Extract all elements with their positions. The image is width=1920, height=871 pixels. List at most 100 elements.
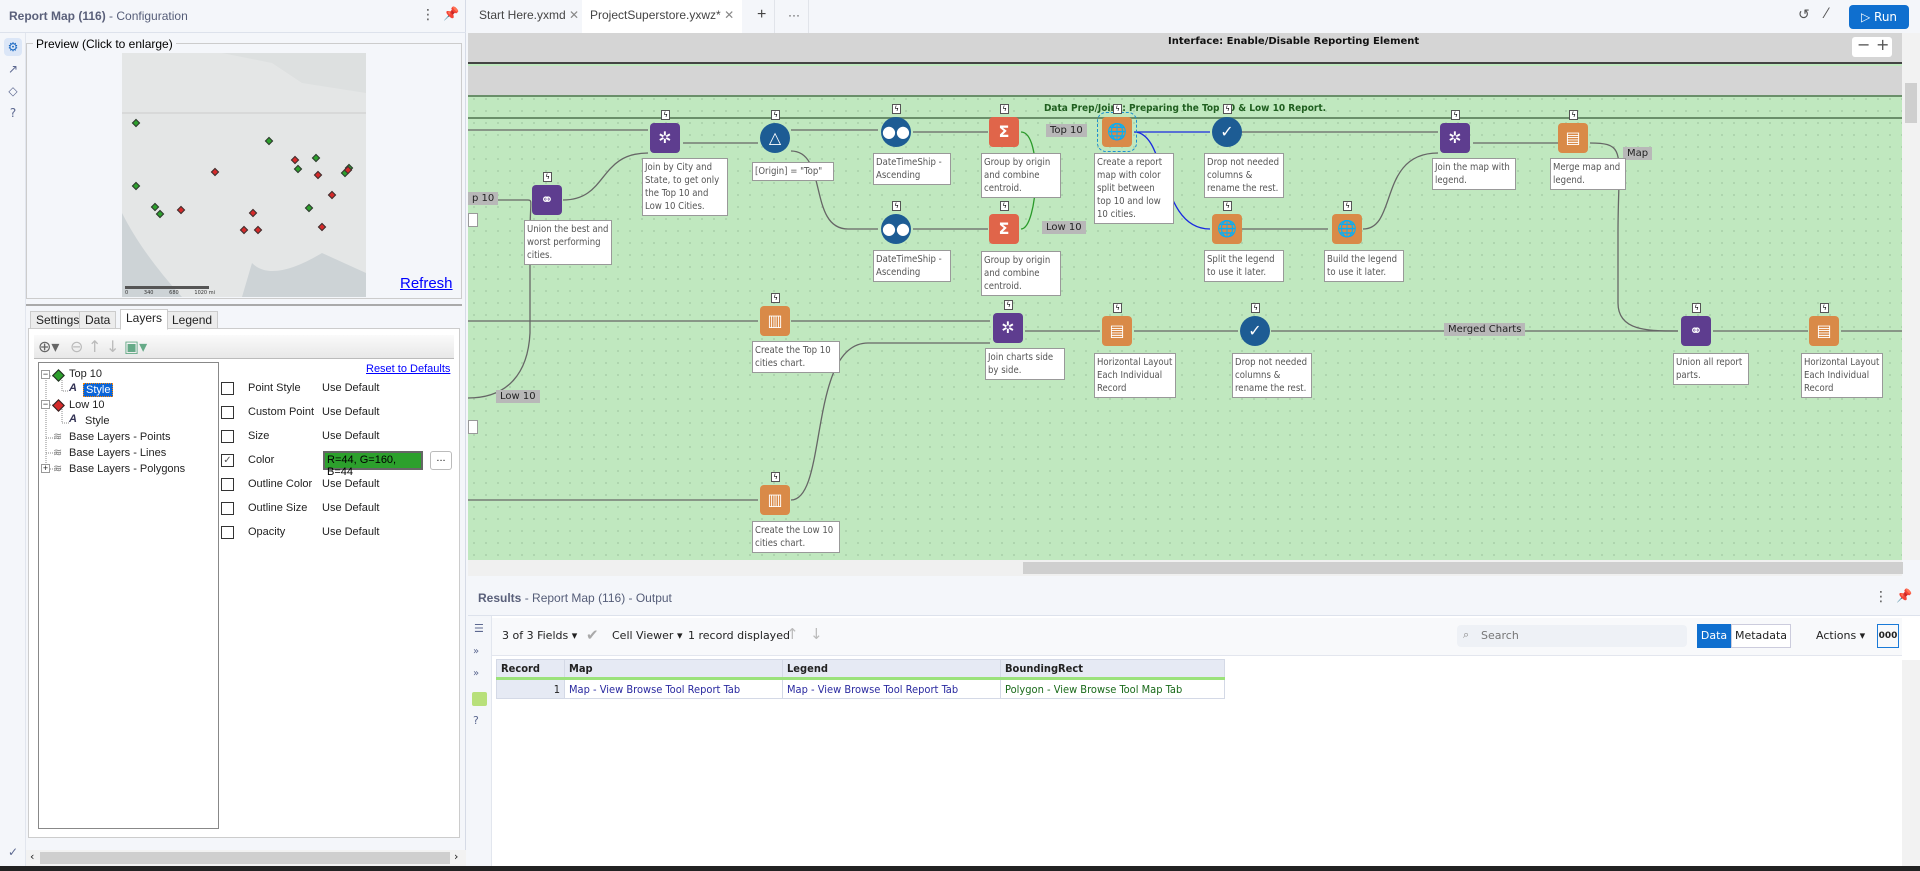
- add-layer-icon[interactable]: ⊕▾: [38, 337, 59, 356]
- collapse-icon[interactable]: −: [41, 400, 50, 409]
- pin-icon[interactable]: 📌: [443, 7, 459, 22]
- close-icon[interactable]: ✕: [569, 8, 579, 22]
- arrow-up-icon[interactable]: ↑: [786, 625, 799, 643]
- property-checkbox[interactable]: [221, 382, 234, 395]
- list-icon[interactable]: ☰: [474, 622, 484, 635]
- arrow-down-icon[interactable]: ↓: [810, 625, 823, 643]
- scroll-thumb[interactable]: [1905, 83, 1917, 123]
- tree-item-base-polygons[interactable]: Base Layers - Polygons: [69, 463, 185, 475]
- column-header-legend[interactable]: Legend: [782, 659, 1001, 680]
- history-icon[interactable]: ↺: [1798, 7, 1810, 23]
- union-tool-icon[interactable]: ⚭: [1681, 316, 1711, 346]
- select-tool-icon[interactable]: ✓: [1240, 316, 1270, 346]
- check-circle-icon[interactable]: ✓: [4, 843, 22, 861]
- join-tool-icon[interactable]: ✲: [1440, 123, 1470, 153]
- connection-label-merged-charts[interactable]: Merged Charts: [1444, 323, 1526, 336]
- map-preview[interactable]: 0 340 680 1020 mi: [122, 53, 366, 297]
- tree-item-base-points[interactable]: Base Layers - Points: [69, 431, 171, 443]
- union-tool-icon[interactable]: ⚭: [532, 185, 562, 215]
- move-down-icon[interactable]: ↓: [106, 337, 119, 356]
- close-icon[interactable]: ✕: [724, 8, 734, 22]
- output-anchor-icon[interactable]: [472, 692, 487, 706]
- tab-settings[interactable]: Settings: [30, 311, 86, 329]
- input-anchor-icon[interactable]: »: [473, 668, 479, 679]
- property-checkbox[interactable]: ✓: [221, 454, 234, 467]
- magic-wand-icon[interactable]: ⁄: [1825, 6, 1827, 22]
- config-horizontal-scrollbar[interactable]: ‹ ›: [26, 850, 466, 866]
- tab-project-superstore[interactable]: ProjectSuperstore.yxwz* ✕: [582, 0, 743, 33]
- cell-record[interactable]: 1: [496, 678, 565, 699]
- results-vertical-scrollbar[interactable]: [1902, 660, 1920, 866]
- sort-tool-icon[interactable]: ●●: [881, 117, 911, 147]
- property-checkbox[interactable]: [221, 406, 234, 419]
- property-checkbox[interactable]: [221, 430, 234, 443]
- move-up-icon[interactable]: ↑: [88, 337, 101, 356]
- color-swatch[interactable]: R=44, G=160, B=44: [323, 451, 423, 478]
- data-toggle-button[interactable]: Data: [1697, 624, 1731, 648]
- base-layers-icon[interactable]: ▣▾: [124, 337, 147, 356]
- scroll-thumb[interactable]: [40, 852, 450, 864]
- cell-boundingrect[interactable]: Polygon - View Browse Tool Map Tab: [1000, 678, 1225, 699]
- tree-item-base-lines[interactable]: Base Layers - Lines: [69, 447, 166, 459]
- remove-layer-icon[interactable]: ⊖: [70, 337, 83, 356]
- actions-dropdown[interactable]: Actions ▾: [1816, 629, 1865, 642]
- help-icon[interactable]: ?: [4, 104, 22, 122]
- legend-splitter-icon[interactable]: 🌐: [1212, 214, 1242, 244]
- help-icon[interactable]: ?: [473, 714, 479, 727]
- select-tool-icon[interactable]: ✓: [1212, 117, 1242, 147]
- canvas-vertical-scrollbar[interactable]: [1902, 33, 1920, 560]
- connection-label-low10[interactable]: Low 10: [1042, 221, 1086, 234]
- collapse-icon[interactable]: −: [41, 370, 50, 379]
- scroll-thumb[interactable]: [1023, 562, 1903, 574]
- scroll-left-icon[interactable]: ‹: [30, 850, 34, 863]
- color-picker-button[interactable]: ...: [430, 451, 452, 470]
- connection-label-top10[interactable]: Top 10: [1046, 124, 1087, 137]
- summarize-tool-icon[interactable]: Σ: [989, 214, 1019, 244]
- scroll-right-icon[interactable]: ›: [454, 850, 458, 863]
- gear-icon[interactable]: ⚙: [4, 38, 22, 56]
- filter-tool-icon[interactable]: △: [760, 123, 790, 153]
- property-checkbox[interactable]: [221, 478, 234, 491]
- splitter[interactable]: [26, 304, 462, 306]
- connection-label-map[interactable]: Map: [1623, 147, 1653, 160]
- column-header-map[interactable]: Map: [564, 659, 783, 680]
- cell-viewer-dropdown[interactable]: Cell Viewer ▾: [612, 629, 682, 642]
- join-tool-icon[interactable]: ✲: [993, 313, 1023, 343]
- refresh-link[interactable]: Refresh: [400, 275, 453, 292]
- new-tab-button[interactable]: +: [749, 0, 776, 33]
- layout-tool-icon[interactable]: ▤: [1809, 316, 1839, 346]
- cell-legend[interactable]: Map - View Browse Tool Report Tab: [782, 678, 1001, 699]
- cell-map[interactable]: Map - View Browse Tool Report Tab: [564, 678, 783, 699]
- fields-dropdown[interactable]: 3 of 3 Fields ▾: [502, 629, 577, 642]
- tab-data[interactable]: Data: [79, 311, 117, 329]
- expand-icon[interactable]: +: [41, 464, 50, 473]
- more-tabs-button[interactable]: ···: [780, 0, 809, 33]
- tree-item-low10[interactable]: Low 10: [69, 399, 104, 411]
- connection-icon[interactable]: ↗: [4, 60, 22, 78]
- connection-label-top10[interactable]: p 10: [468, 192, 499, 205]
- more-options-button[interactable]: 000: [1877, 624, 1899, 648]
- tree-item-low10-style[interactable]: Style: [85, 415, 109, 427]
- layout-tool-icon[interactable]: ▤: [1558, 123, 1588, 153]
- reset-defaults-link[interactable]: Reset to Defaults: [366, 363, 450, 375]
- chart-tool-icon[interactable]: ▥: [760, 485, 790, 515]
- chart-tool-icon[interactable]: ▥: [760, 306, 790, 336]
- property-checkbox[interactable]: [221, 502, 234, 515]
- join-tool-icon[interactable]: ✲: [650, 123, 680, 153]
- connection-label-low10[interactable]: Low 10: [496, 390, 540, 403]
- more-icon[interactable]: ⋮: [1874, 589, 1888, 605]
- layout-tool-icon[interactable]: ▤: [1102, 316, 1132, 346]
- search-input[interactable]: ⌕ Search: [1457, 625, 1687, 647]
- pin-icon[interactable]: 📌: [1896, 589, 1912, 604]
- tree-item-top10[interactable]: Top 10: [69, 368, 102, 380]
- summarize-tool-icon[interactable]: Σ: [989, 117, 1019, 147]
- tab-start-here[interactable]: Start Here.yxmd ✕: [471, 0, 587, 33]
- column-header-record[interactable]: Record: [496, 659, 565, 680]
- tag-icon[interactable]: ◇: [4, 82, 22, 100]
- workflow-canvas[interactable]: Interface: Enable/Disable Reporting Elem…: [468, 33, 1902, 560]
- tab-layers[interactable]: Layers: [120, 309, 169, 330]
- more-icon[interactable]: ⋮: [421, 7, 435, 23]
- input-anchor-icon[interactable]: »: [473, 646, 479, 657]
- legend-builder-icon[interactable]: 🌐: [1332, 214, 1362, 244]
- metadata-toggle-button[interactable]: Metadata: [1731, 624, 1791, 648]
